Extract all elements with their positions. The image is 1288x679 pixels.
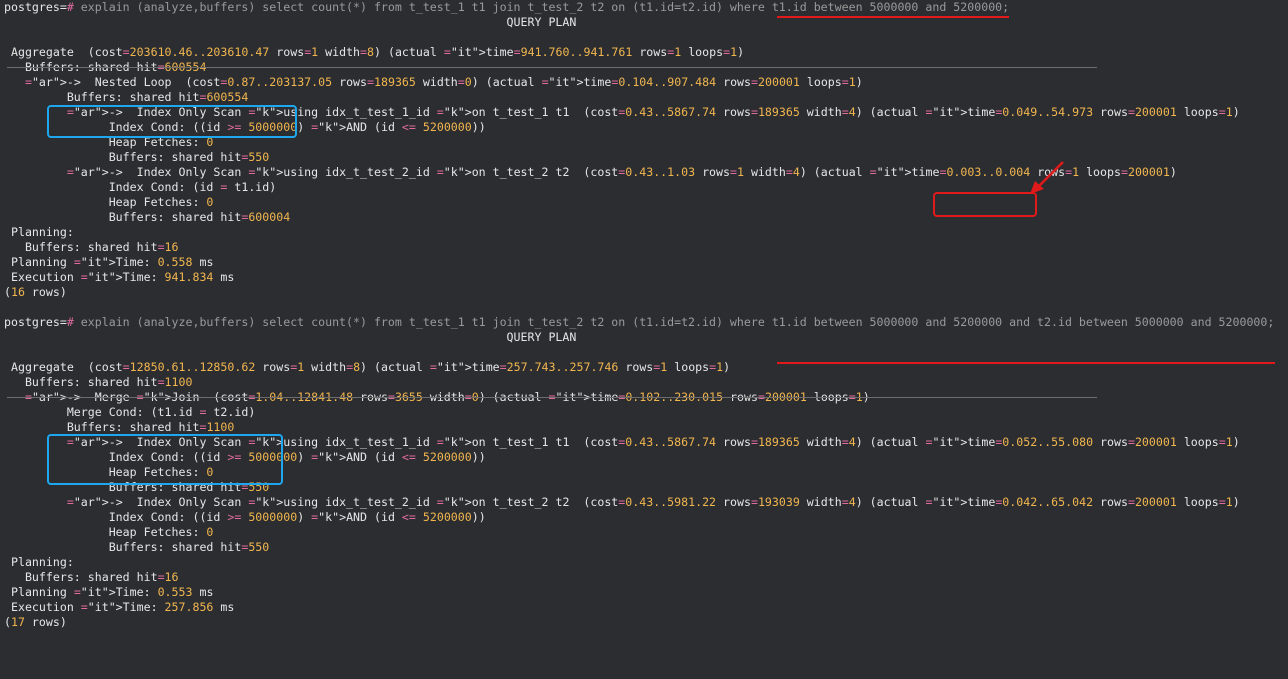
red-arrow-icon xyxy=(1030,161,1064,194)
terminal-line: Buffers: shared hit=16 xyxy=(4,570,179,584)
terminal-line: Heap Fetches: 0 xyxy=(4,525,214,539)
terminal-line: postgres=# explain (analyze,buffers) sel… xyxy=(4,0,1010,14)
terminal-line: Aggregate (cost=203610.46..203610.47 row… xyxy=(4,45,745,59)
header-separator-rule xyxy=(7,397,1097,398)
terminal-line: Buffers: shared hit=1100 xyxy=(4,375,193,389)
terminal-line: Heap Fetches: 0 xyxy=(4,195,214,209)
terminal-line: Buffers: shared hit=1100 xyxy=(4,420,235,434)
terminal-line: ="ar">-> Index Only Scan ="k">using idx_… xyxy=(66,165,1177,179)
terminal-line: Planning ="it">Time: 0.558 ms xyxy=(4,255,214,269)
terminal-line: Buffers: shared hit=600554 xyxy=(4,90,249,104)
terminal-output[interactable]: postgres=# explain (analyze,buffers) sel… xyxy=(4,0,1288,630)
terminal-line: Execution ="it">Time: 257.856 ms xyxy=(4,600,235,614)
terminal-line: Buffers: shared hit=600004 xyxy=(4,210,291,224)
nested-loop-highlight-box xyxy=(47,105,297,138)
terminal-line: (17 rows) xyxy=(4,615,67,629)
terminal-line: Planning: xyxy=(4,555,74,569)
terminal-line: Buffers: shared hit=550 xyxy=(4,150,270,164)
merge-join-highlight-box xyxy=(47,434,283,485)
terminal-line: Buffers: shared hit=16 xyxy=(4,240,179,254)
terminal-line: ="ar">-> Index Only Scan ="k">using idx_… xyxy=(66,495,1240,509)
terminal-line: postgres=# explain (analyze,buffers) sel… xyxy=(4,315,1275,329)
where-clause-underline xyxy=(777,16,1009,18)
terminal-line: Merge Cond: (t1.id = t2.id) xyxy=(4,405,256,419)
terminal-line: Planning: xyxy=(4,225,74,239)
terminal-line: QUERY PLAN xyxy=(4,15,577,29)
terminal-line: Index Cond: (id = t1.id) xyxy=(4,180,277,194)
terminal-line: Execution ="it">Time: 941.834 ms xyxy=(4,270,235,284)
header-separator-rule xyxy=(7,67,1097,68)
terminal-line: Index Cond: ((id >= 5000000) ="k">AND (i… xyxy=(4,510,486,524)
where-clause-underline xyxy=(777,362,1275,364)
loops-highlight-box xyxy=(933,192,1037,217)
terminal-line: Planning ="it">Time: 0.553 ms xyxy=(4,585,214,599)
terminal-line: QUERY PLAN xyxy=(4,330,577,344)
terminal-line: ="ar">-> Nested Loop (cost=0.87..203137.… xyxy=(24,75,863,89)
terminal-line: (16 rows) xyxy=(4,285,67,299)
terminal-line: Buffers: shared hit=550 xyxy=(4,540,270,554)
